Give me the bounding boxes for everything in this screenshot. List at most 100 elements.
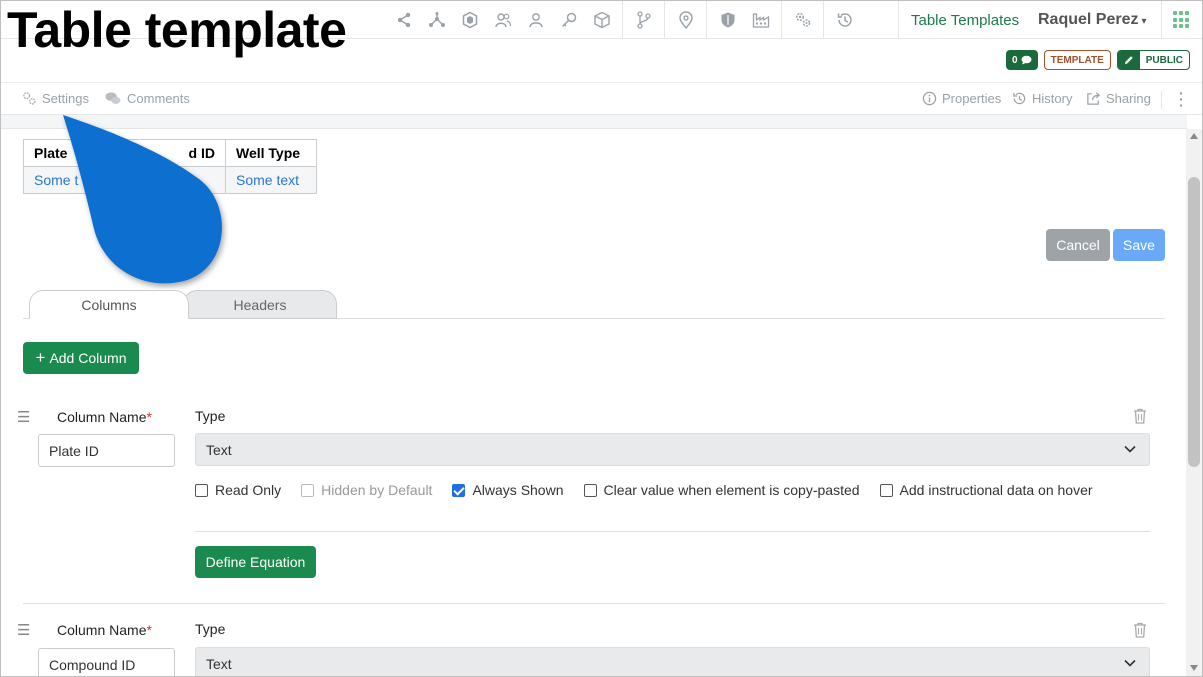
status-badges: 0 TEMPLATE PUBLIC — [1006, 50, 1190, 70]
cube-icon[interactable] — [585, 1, 618, 39]
user-menu[interactable]: Raquel Perez ▾ — [1038, 11, 1147, 29]
share-out-icon — [1087, 92, 1101, 105]
nav-separator — [706, 1, 707, 39]
user-icon[interactable] — [519, 1, 552, 39]
column-divider — [23, 603, 1165, 604]
user-name: Raquel Perez — [1038, 11, 1139, 28]
gears-icon[interactable] — [786, 1, 819, 39]
network-icon[interactable] — [420, 1, 453, 39]
key-icon[interactable] — [552, 1, 585, 39]
history-icon — [1013, 92, 1026, 105]
comments-icon — [105, 92, 121, 104]
location-pin-icon[interactable] — [669, 1, 702, 39]
column-type-value: Text — [206, 655, 232, 672]
options-divider — [195, 531, 1150, 532]
comments-button[interactable]: Comments — [104, 91, 190, 106]
apps-grid-icon[interactable] — [1173, 11, 1191, 29]
column-options: Read Only Hidden by Default Always Shown… — [195, 482, 1113, 498]
shield-icon[interactable] — [711, 1, 744, 39]
info-icon — [922, 91, 937, 106]
sharing-button[interactable]: Sharing — [1086, 91, 1151, 106]
scroll-up-arrow[interactable] — [1190, 133, 1198, 139]
history-icon[interactable] — [828, 1, 861, 39]
comment-count: 0 — [1012, 54, 1018, 66]
scroll-down-arrow[interactable] — [1190, 665, 1198, 671]
factory-icon[interactable] — [744, 1, 777, 39]
checkbox-box[interactable] — [583, 483, 597, 497]
nav-separator — [622, 1, 623, 39]
checkbox-box[interactable] — [452, 483, 466, 497]
branch-icon[interactable] — [627, 1, 660, 39]
chevron-down-icon — [1124, 659, 1136, 667]
users-icon[interactable] — [486, 1, 519, 39]
trash-icon[interactable] — [1133, 408, 1147, 424]
checkbox-label: Clear value when element is copy-pasted — [603, 482, 860, 498]
hidden-by-default-checkbox[interactable]: Hidden by Default — [301, 482, 432, 498]
toolbar-separator — [1161, 91, 1162, 109]
history-button[interactable]: History — [1012, 91, 1072, 106]
read-only-checkbox[interactable]: Read Only — [195, 482, 281, 498]
public-badge[interactable]: PUBLIC — [1116, 50, 1190, 70]
checkbox-label: Hidden by Default — [321, 482, 433, 498]
tab-columns[interactable]: Columns — [29, 290, 189, 319]
table-cell[interactable]: Some text — [225, 166, 317, 194]
public-badge-label: PUBLIC — [1145, 54, 1183, 66]
properties-button[interactable]: Properties — [922, 91, 1001, 106]
plus-icon: + — [35, 348, 46, 367]
always-shown-checkbox[interactable]: Always Shown — [452, 482, 564, 498]
app-frame: Table Templates Raquel Perez ▾ Table temp… — [0, 0, 1203, 677]
column-type-select[interactable]: Text — [195, 647, 1150, 676]
nav-separator — [898, 1, 899, 39]
settings-label: Settings — [42, 91, 89, 106]
history-label: History — [1032, 91, 1073, 106]
nav-separator — [664, 1, 665, 39]
drag-handle-icon[interactable]: ☰ — [17, 621, 30, 639]
nav-separator — [823, 1, 824, 39]
instructional-hover-checkbox[interactable]: Add instructional data on hover — [879, 482, 1093, 498]
drag-handle-icon[interactable]: ☰ — [17, 408, 30, 426]
clear-on-copy-checkbox[interactable]: Clear value when element is copy-pasted — [583, 482, 860, 498]
properties-label: Properties — [942, 91, 1002, 106]
template-badge: TEMPLATE — [1043, 50, 1111, 70]
tab-headers[interactable]: Headers — [183, 290, 337, 319]
checkbox-box[interactable] — [879, 483, 893, 497]
nav-separator — [781, 1, 782, 39]
more-options-icon[interactable]: ⋮ — [1172, 89, 1190, 110]
column-name-label: Column Name* — [57, 409, 152, 425]
annotation-pointer-shape — [63, 115, 222, 284]
add-column-button[interactable]: + Add Column — [23, 342, 139, 374]
nav-icon-bar — [387, 1, 861, 39]
caret-down-icon: ▾ — [1141, 16, 1147, 27]
settings-button[interactable]: Settings — [22, 91, 89, 106]
column-name-input[interactable]: Plate ID — [38, 434, 175, 467]
comment-bubble-icon — [1021, 55, 1032, 65]
type-label: Type — [195, 408, 226, 424]
table-header-cell: Well Type — [225, 139, 317, 167]
share-icon[interactable] — [387, 1, 420, 39]
overlay-title: Table template — [7, 2, 347, 58]
nav-separator — [1161, 1, 1162, 39]
scrollbar-thumb[interactable] — [1188, 177, 1200, 467]
checkbox-box[interactable] — [301, 483, 315, 497]
column-type-select[interactable]: Text — [195, 433, 1150, 466]
column-name-input[interactable]: Compound ID — [38, 648, 175, 676]
trash-icon[interactable] — [1133, 622, 1147, 638]
column-name-label: Column Name* — [57, 622, 152, 638]
checkbox-label: Add instructional data on hover — [899, 482, 1093, 498]
save-button[interactable]: Save — [1113, 229, 1165, 261]
add-column-label: Add Column — [49, 350, 127, 366]
comments-label: Comments — [127, 91, 190, 106]
hexagon-icon[interactable] — [453, 1, 486, 39]
cancel-button[interactable]: Cancel — [1046, 229, 1110, 261]
pencil-icon — [1117, 51, 1140, 69]
checkbox-box[interactable] — [195, 483, 208, 497]
checkbox-label: Always Shown — [472, 482, 564, 498]
sharing-label: Sharing — [1106, 91, 1151, 106]
table-templates-link[interactable]: Table Templates — [911, 12, 1019, 29]
column-type-value: Text — [206, 441, 232, 458]
gears-icon — [23, 92, 36, 105]
chevron-down-icon — [1124, 445, 1136, 453]
comment-count-badge[interactable]: 0 — [1006, 50, 1038, 70]
checkbox-label: Read Only — [215, 482, 282, 498]
define-equation-button[interactable]: Define Equation — [195, 546, 316, 578]
